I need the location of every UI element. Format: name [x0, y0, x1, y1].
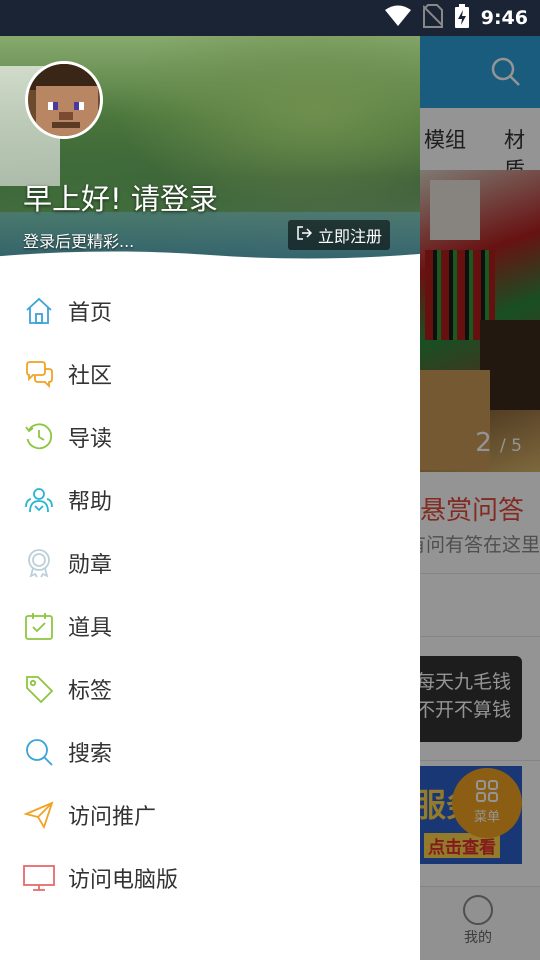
menu-item-home[interactable]: 首页 — [0, 279, 420, 342]
drawer-header: 早上好! 请登录 登录后更精彩... 立即注册 — [0, 36, 420, 272]
avatar[interactable] — [25, 61, 103, 139]
desktop-icon — [23, 862, 55, 894]
paper-plane-icon — [23, 799, 55, 831]
menu-item-community[interactable]: 社区 — [0, 342, 420, 405]
menu-item-items[interactable]: 道具 — [0, 594, 420, 657]
login-hint: 登录后更精彩... — [23, 232, 135, 251]
chat-icon — [23, 358, 55, 390]
calendar-check-icon — [23, 610, 55, 642]
register-button[interactable]: 立即注册 — [288, 220, 391, 250]
medal-icon — [23, 547, 55, 579]
wifi-icon — [384, 5, 411, 31]
tag-icon — [23, 673, 55, 705]
menu-item-search[interactable]: 搜索 — [0, 720, 420, 783]
menu-item-help[interactable]: 帮助 — [0, 468, 420, 531]
history-icon — [23, 421, 55, 453]
status-bar: 9:46 — [0, 0, 540, 36]
menu-item-medals[interactable]: 勋章 — [0, 531, 420, 594]
menu-item-desktop-version[interactable]: 访问电脑版 — [0, 846, 420, 909]
sign-in-icon — [296, 225, 313, 245]
navigation-drawer: 早上好! 请登录 登录后更精彩... 立即注册 首页 社区 导读 帮助 勋章 道… — [0, 36, 420, 960]
drawer-menu: 首页 社区 导读 帮助 勋章 道具 标签 搜索 访问推广 访问电脑版 — [0, 279, 420, 909]
battery-charging-icon — [454, 4, 469, 32]
home-icon — [23, 295, 55, 327]
menu-item-tags[interactable]: 标签 — [0, 657, 420, 720]
menu-item-guide[interactable]: 导读 — [0, 405, 420, 468]
clock: 9:46 — [480, 7, 528, 29]
no-sim-icon — [422, 4, 444, 32]
help-people-icon — [23, 484, 55, 516]
greeting-login[interactable]: 早上好! 请登录 — [23, 176, 218, 218]
search-icon — [23, 736, 55, 768]
menu-item-promotion[interactable]: 访问推广 — [0, 783, 420, 846]
